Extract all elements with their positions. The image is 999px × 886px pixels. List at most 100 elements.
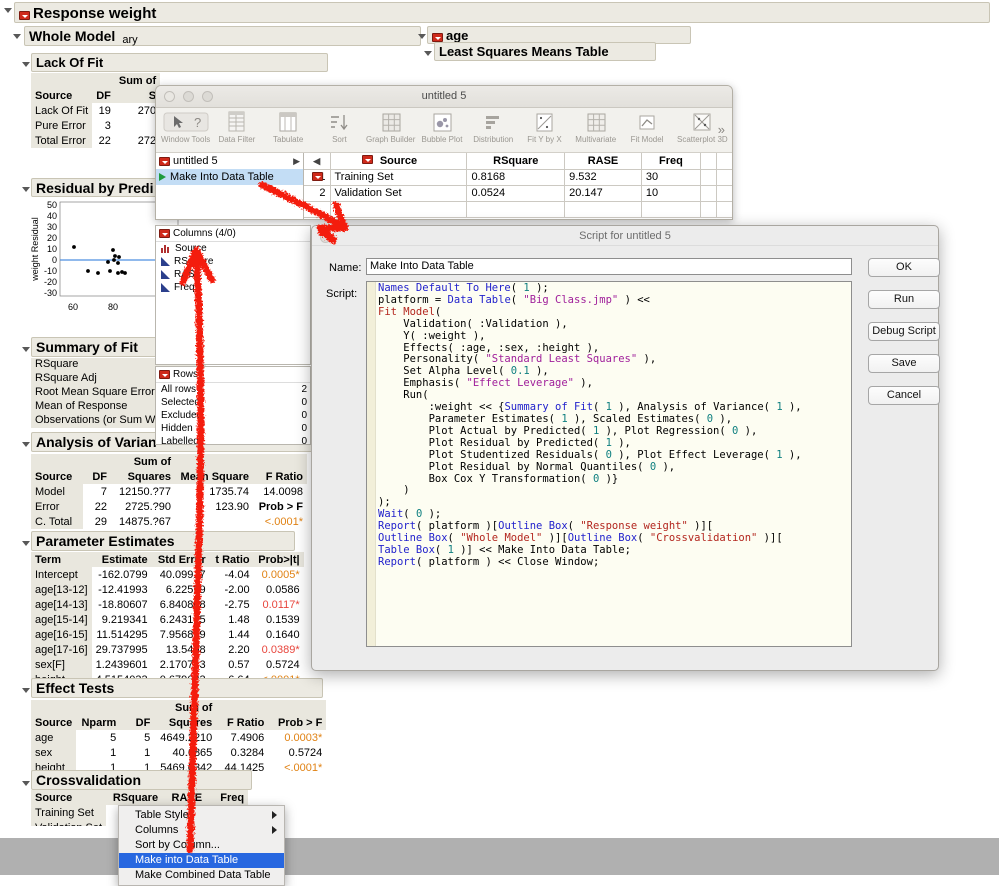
data-table-titlebar[interactable]: untitled 5 <box>156 86 732 108</box>
red-triangle-icon-table[interactable] <box>159 157 170 166</box>
disclosure-triangle-summary[interactable] <box>22 347 30 352</box>
red-triangle-icon-columns-menu[interactable] <box>362 155 373 164</box>
red-triangle-icon-rows-menu[interactable] <box>312 172 323 181</box>
column-item-source[interactable]: Source <box>156 242 310 255</box>
col-df: DF <box>92 88 115 103</box>
toolbar-tabulate[interactable]: Tabulate <box>263 108 314 144</box>
toolbar-distribution[interactable]: Distribution <box>468 108 519 144</box>
disclosure-triangle-whole-model[interactable] <box>13 34 21 39</box>
columns-panel-header[interactable]: Columns (4/0) <box>156 226 310 242</box>
run-button[interactable]: Run <box>868 290 940 309</box>
grid-cell-freq[interactable]: 30 <box>641 169 700 185</box>
grid-cell-source[interactable]: Training Set <box>330 169 467 185</box>
menu-item[interactable]: Table Style <box>119 808 284 823</box>
debug-script-button[interactable]: Debug Script <box>868 322 940 341</box>
toolbar-window-tools[interactable]: ? Window Tools <box>160 108 211 144</box>
menu-item[interactable]: Sort by Column... <box>119 838 284 853</box>
grid-col-rase[interactable]: RASE <box>565 153 642 169</box>
cell-df: 22 <box>83 499 111 514</box>
toolbar-graph-builder[interactable]: Graph Builder <box>365 108 416 144</box>
ok-button[interactable]: OK <box>868 258 940 277</box>
script-name-input[interactable]: Make Into Data Table <box>366 258 852 275</box>
column-item-freq[interactable]: Freq <box>156 281 310 294</box>
grid-col-freq[interactable]: Freq <box>641 153 700 169</box>
toolbar-data-filter[interactable]: Data Filter <box>211 108 262 144</box>
toolbar-label: Multivariate <box>570 135 621 144</box>
grid-cell-source[interactable]: Validation Set <box>330 185 467 201</box>
toolbar-fit-y-by-x[interactable]: Fit Y by X <box>519 108 570 144</box>
disclosure-triangle-anova[interactable] <box>22 442 30 447</box>
outline-effect-tests[interactable]: Effect Tests <box>31 678 323 698</box>
outline-lsm-table[interactable]: Least Squares Means Table <box>434 42 656 61</box>
disclosure-triangle-residual[interactable] <box>22 187 30 192</box>
disclosure-triangle-age[interactable] <box>418 34 426 39</box>
cell-nparm: 5 <box>76 730 120 745</box>
outline-response-weight[interactable]: Response weight <box>14 2 990 23</box>
red-triangle-icon[interactable] <box>19 11 30 20</box>
run-script-icon[interactable] <box>159 173 166 181</box>
grid-corner[interactable]: ◀ <box>304 153 330 169</box>
menu-item[interactable]: Make into Data Table <box>119 853 284 868</box>
script-label: Script: <box>326 288 357 300</box>
outline-lack-of-fit[interactable]: Lack Of Fit <box>31 53 328 72</box>
disclosure-triangle-response[interactable] <box>4 8 12 13</box>
grid-col-rsquare[interactable]: RSquare <box>467 153 565 169</box>
table-context-menu[interactable]: Table StyleColumnsSort by Column...Make … <box>118 805 285 886</box>
toolbar-bubble-plot[interactable]: Bubble Plot <box>416 108 467 144</box>
grid-cell-rase[interactable]: 9.532 <box>565 169 642 185</box>
grid-cell-freq[interactable]: 10 <box>641 185 700 201</box>
menu-item[interactable]: Make Combined Data Table <box>119 868 284 883</box>
grid-cell-rase[interactable]: 20.147 <box>565 185 642 201</box>
rows-panel[interactable]: Rows All rows 2 Selected 0 Excluded 0 Hi… <box>155 366 311 445</box>
outline-crossvalidation[interactable]: Crossvalidation <box>31 770 252 790</box>
script-editor[interactable]: Names Default To Here( 1 );platform = Da… <box>366 281 852 647</box>
column-item-rsquare[interactable]: RSquare <box>156 255 310 268</box>
grid-cell-rsquare[interactable]: 0.8168 <box>467 169 565 185</box>
grid-row[interactable]: 1 Training Set 0.8168 9.532 30 <box>304 169 732 185</box>
grid-col-blank2 <box>717 153 732 169</box>
grid-row[interactable]: 2 Validation Set 0.0524 20.147 10 <box>304 185 732 201</box>
code-line: ) <box>378 485 851 497</box>
col-rase: RASE <box>162 790 206 805</box>
data-table-grid[interactable]: ◀ Source RSquare RASE Freq 1 Training Se… <box>304 153 732 220</box>
red-triangle-icon-age[interactable] <box>432 33 443 42</box>
grid-cell-rsquare[interactable]: 0.0524 <box>467 185 565 201</box>
disclosure-triangle-lsm[interactable] <box>424 51 432 56</box>
save-button[interactable]: Save <box>868 354 940 373</box>
toolbar-sort[interactable]: Sort <box>314 108 365 144</box>
red-triangle-icon-columns[interactable] <box>159 229 170 238</box>
toolbar-overflow-button[interactable]: » <box>718 122 725 137</box>
columns-panel[interactable]: Columns (4/0) Source RSquare RASE Freq <box>155 225 311 365</box>
ytick-50: 50 <box>47 200 57 210</box>
grid-col-source[interactable]: Source <box>330 153 467 169</box>
disclosure-triangle-param[interactable] <box>22 541 30 546</box>
script-dialog[interactable]: Script for untitled 5 Name: Script: Make… <box>311 225 939 671</box>
cell-ss: 4649.2210 <box>154 730 216 745</box>
toolbar-multivariate[interactable]: Multivariate <box>570 108 621 144</box>
disclosure-triangle-effect-tests[interactable] <box>22 688 30 693</box>
script-editor-code[interactable]: Names Default To Here( 1 );platform = Da… <box>378 283 851 569</box>
column-item-rase[interactable]: RASE <box>156 268 310 281</box>
chevron-right-icon[interactable]: ▶ <box>293 156 300 167</box>
disclosure-triangle-crossvalidation[interactable] <box>22 781 30 786</box>
toolbar-fit-model[interactable]: Fit Model <box>621 108 672 144</box>
script-dialog-close-button[interactable] <box>320 232 331 243</box>
col-prob-f: Prob > F <box>268 715 326 730</box>
rows-panel-header[interactable]: Rows <box>156 367 310 383</box>
toolbar-label: Window Tools <box>160 135 211 144</box>
grid-row-number[interactable]: 2 <box>304 185 330 201</box>
data-table-script-row[interactable]: Make Into Data Table <box>156 169 303 185</box>
cancel-button[interactable]: Cancel <box>868 386 940 405</box>
cell-term: age[15-14] <box>31 612 92 627</box>
outline-parameter-estimates[interactable]: Parameter Estimates <box>31 531 295 551</box>
red-triangle-icon-rows[interactable] <box>159 370 170 379</box>
outline-whole-model[interactable]: Whole Model ary <box>24 26 421 46</box>
disclosure-triangle-lack-of-fit[interactable] <box>22 62 30 67</box>
data-table-name-row[interactable]: untitled 5 ▶ <box>156 153 303 169</box>
xtick-80: 80 <box>108 302 118 312</box>
menu-item[interactable]: Columns <box>119 823 284 838</box>
cell-estimate: -18.80607 <box>92 597 152 612</box>
cell-p-value: 0.0117* <box>254 597 304 612</box>
data-table-toolbar[interactable]: ? Window Tools Data Filter <box>156 108 732 153</box>
data-table-window[interactable]: untitled 5 ? Window Tools Data Filter <box>155 85 733 220</box>
